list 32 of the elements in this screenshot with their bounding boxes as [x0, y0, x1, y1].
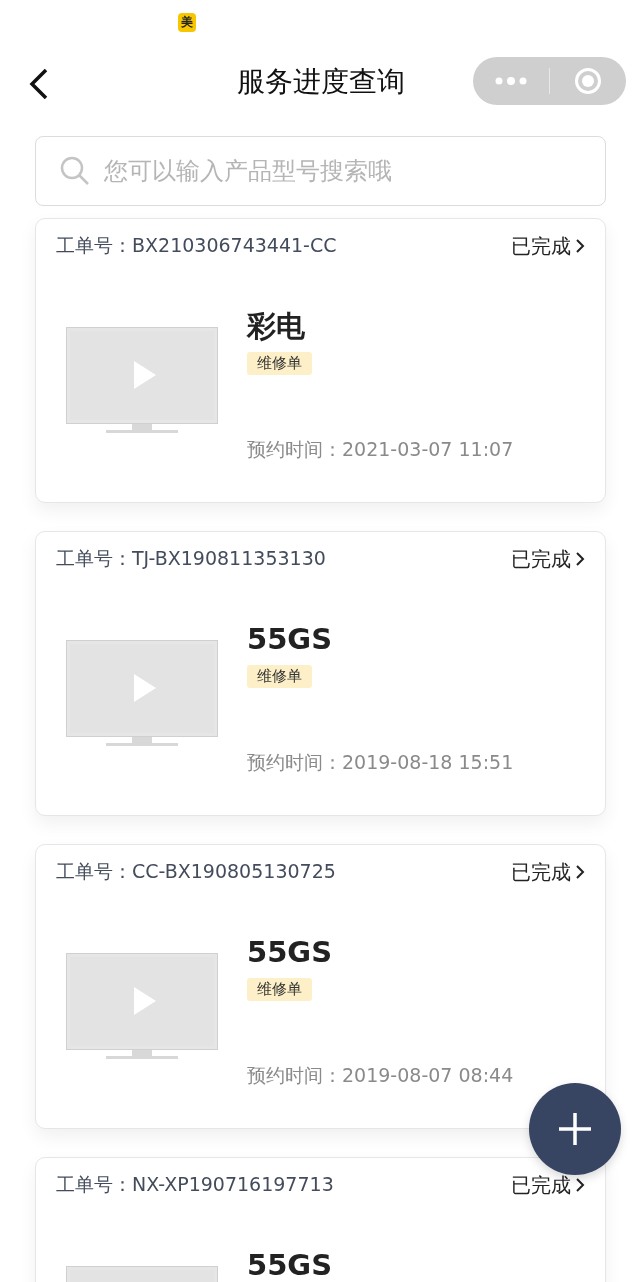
appointment-time: 预约时间：2021-03-07 11:07: [247, 437, 514, 462]
status-link[interactable]: 已完成: [511, 545, 585, 573]
order-type-tag: 维修单: [247, 665, 312, 688]
order-number: 工单号：BX210306743441-CC: [56, 233, 337, 258]
search-bar[interactable]: 您可以输入产品型号搜索哦: [35, 136, 606, 206]
order-type-tag: 维修单: [247, 352, 312, 375]
product-name: 彩电: [247, 308, 305, 345]
order-card[interactable]: 工单号：NX-XP190716197713 已完成 55GS: [35, 1157, 606, 1282]
order-number: 工单号：NX-XP190716197713: [56, 1172, 334, 1197]
order-card[interactable]: 工单号：TJ-BX190811353130 已完成 55GS 维修单 预约时间：2019-08-18 15:51: [35, 531, 606, 816]
chevron-right-icon: [575, 864, 585, 880]
appointment-time: 预约时间：2019-08-07 08:44: [247, 1063, 514, 1088]
status-link[interactable]: 已完成: [511, 1171, 585, 1199]
order-number: 工单号：TJ-BX190811353130: [56, 546, 326, 571]
status-link[interactable]: 已完成: [511, 232, 585, 260]
search-icon: [60, 156, 90, 186]
chevron-right-icon: [575, 551, 585, 567]
order-number: 工单号：CC-BX190805130725: [56, 859, 336, 884]
product-name: 55GS: [247, 1247, 333, 1282]
status-link[interactable]: 已完成: [511, 858, 585, 886]
search-input[interactable]: 您可以输入产品型号搜索哦: [102, 156, 585, 186]
order-type-tag: 维修单: [247, 978, 312, 1001]
appointment-time: 预约时间：2019-08-18 15:51: [247, 750, 514, 775]
product-name: 55GS: [247, 934, 333, 971]
plus-icon: [557, 1111, 593, 1147]
chevron-right-icon: [575, 1177, 585, 1193]
chevron-right-icon: [575, 238, 585, 254]
product-name: 55GS: [247, 621, 333, 658]
order-card[interactable]: 工单号：CC-BX190805130725 已完成 55GS 维修单 预约时间：2019-08-07 08:44: [35, 844, 606, 1129]
page-title: 服务进度查询: [236, 64, 405, 100]
app-badge: 美: [178, 12, 196, 32]
order-card[interactable]: 工单号：BX210306743441-CC 已完成 彩电 维修单 预约时间：2021-03-07 11:07: [35, 218, 606, 503]
